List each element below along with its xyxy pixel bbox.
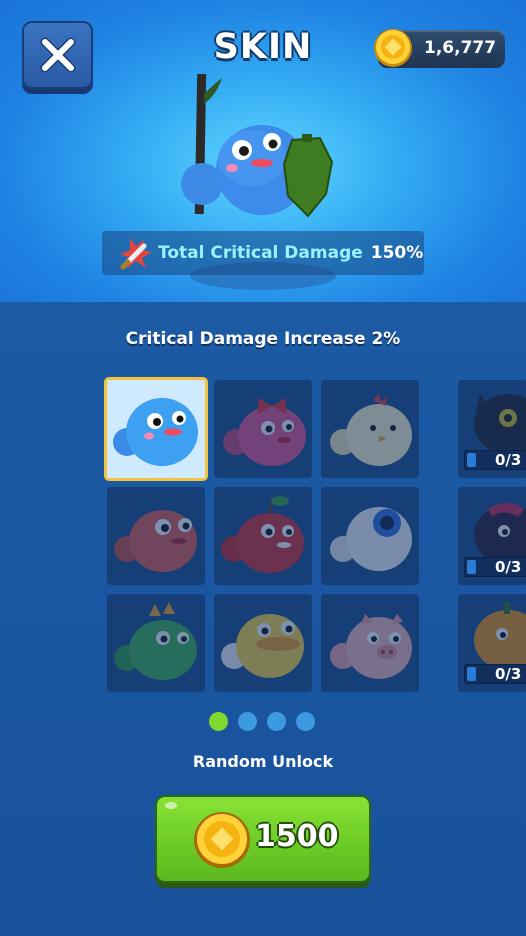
skin-screen: SKIN 1,6,777 Total Critical Damage 150% … [0,0,526,936]
page-dot-2[interactable] [238,712,257,731]
page-dot-4[interactable] [296,712,315,731]
random-unlock-button[interactable]: 1500 [155,795,371,883]
skin-cell-black-cat[interactable]: 0/3 [458,380,526,478]
hero-character [181,73,334,218]
skin-cell-eyeball[interactable] [321,487,419,585]
page-dot-3[interactable] [267,712,286,731]
random-unlock-label: Random Unlock [192,752,334,771]
gold-coin-icon [374,29,412,67]
button-shine [165,802,177,809]
skin-cell-red[interactable] [107,487,205,585]
locked-overlay [321,594,419,692]
skin-cell-chick[interactable] [321,380,419,478]
skin-cell-pink-bow[interactable] [214,380,312,478]
locked-overlay [321,487,419,585]
shard-count: 0/3 [495,665,522,683]
gold-coin-icon [194,812,250,868]
locked-overlay [214,380,312,478]
page-dot-1[interactable] [209,712,228,731]
locked-overlay [107,594,205,692]
skin-bonus-text: Critical Damage Increase 2% [125,329,401,349]
critical-damage-banner: Total Critical Damage 150% [102,231,424,275]
shard-progress: 0/3 [464,664,526,684]
sword-crit-icon [120,238,152,270]
coin-amount: 1,6,777 [424,38,497,58]
skin-cell-pumpkin[interactable]: 0/3 [458,594,526,692]
unlock-price: 1500 [255,819,339,854]
skin-cell-demon[interactable]: 0/3 [458,487,526,585]
locked-overlay [321,380,419,478]
stat-value: 150% [370,243,424,263]
shard-progress: 0/3 [464,557,526,577]
coin-counter: 1,6,777 [374,29,505,68]
skin-cell-duck[interactable] [214,594,312,692]
shard-count: 0/3 [495,451,522,469]
skin-cell-green-dino[interactable] [107,594,205,692]
page-indicator [209,712,315,731]
shard-progress: 0/3 [464,450,526,470]
blue-blob-icon [113,398,198,466]
locked-overlay [214,487,312,585]
locked-overlay [214,594,312,692]
stat-label: Total Critical Damage [158,243,363,263]
skin-cell-blue[interactable] [104,377,208,481]
skin-cell-cherry[interactable] [214,487,312,585]
shard-count: 0/3 [495,558,522,576]
locked-overlay [107,487,205,585]
skin-cell-pig[interactable] [321,594,419,692]
